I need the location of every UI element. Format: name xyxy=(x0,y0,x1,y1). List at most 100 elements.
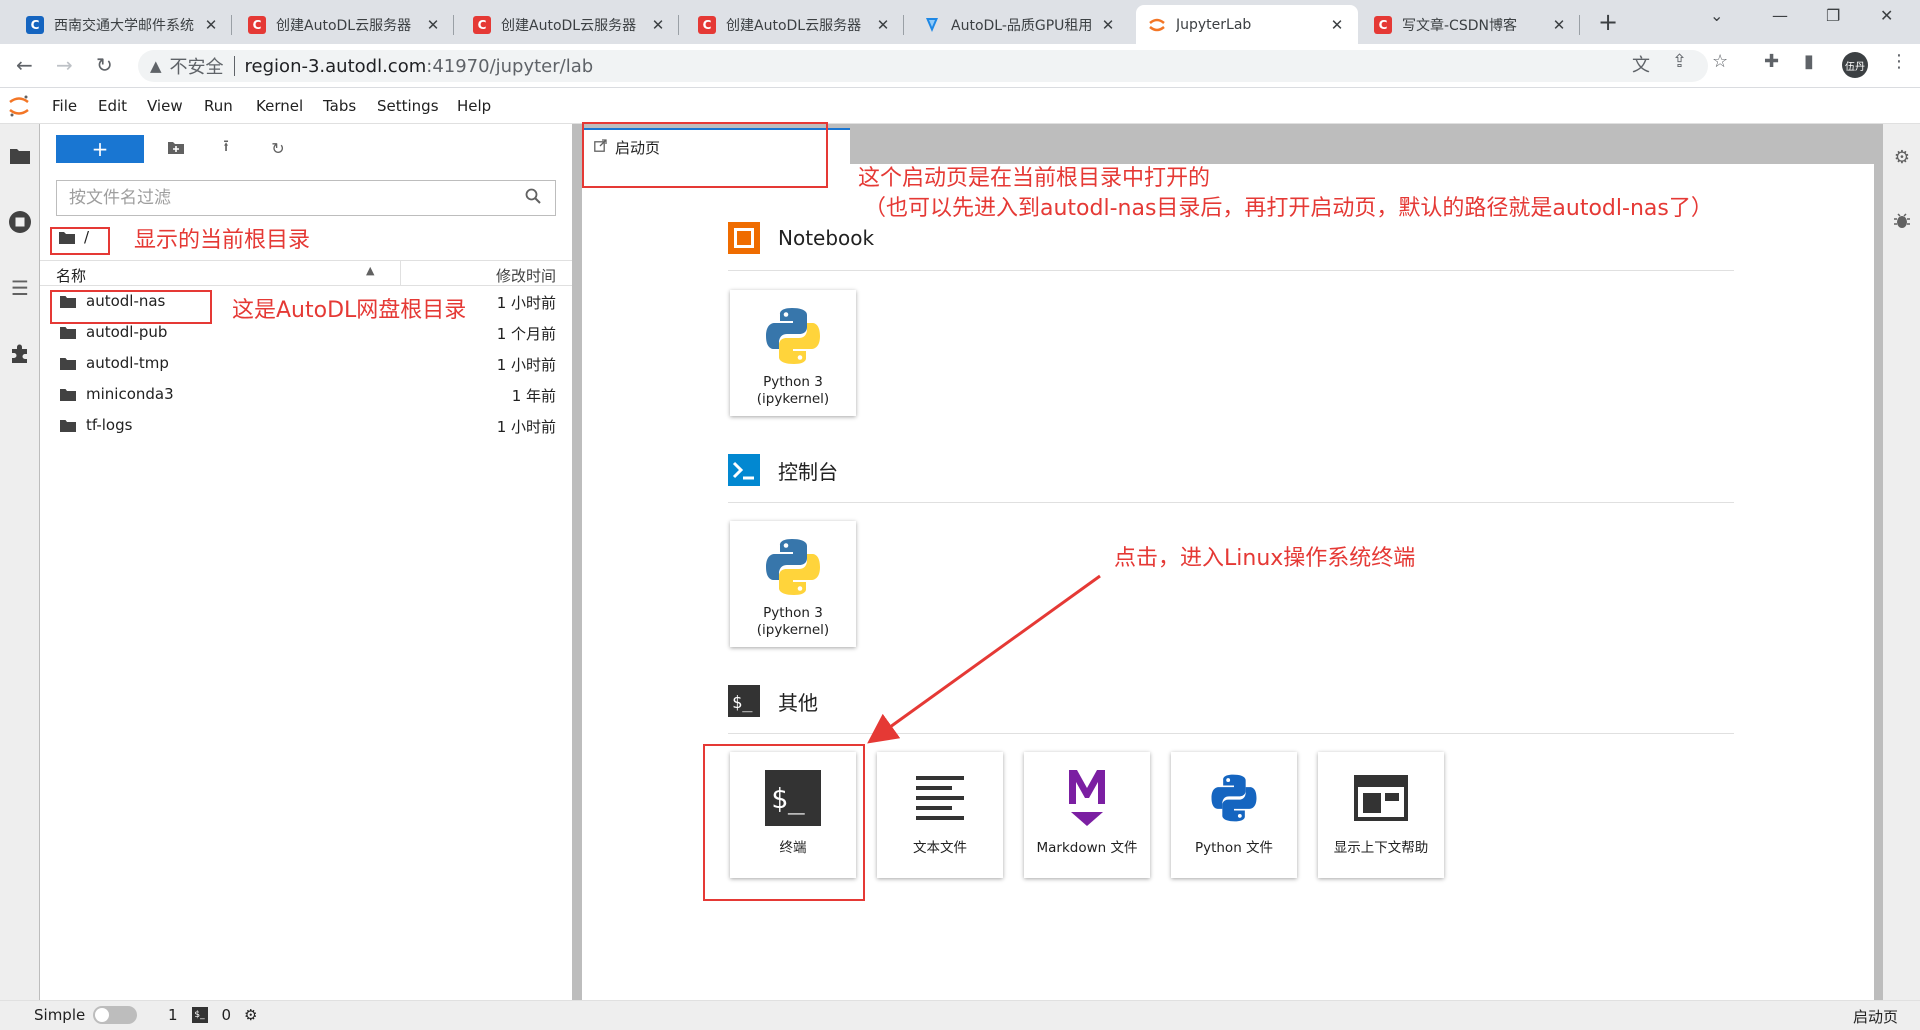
text-file-icon xyxy=(908,766,972,830)
extension-puzzle-icon[interactable] xyxy=(8,342,32,366)
more-menu-icon[interactable]: ⋮ xyxy=(1890,51,1908,72)
close-icon[interactable]: ✕ xyxy=(1328,16,1346,34)
menu-settings[interactable]: Settings xyxy=(377,97,439,115)
reload-icon[interactable]: ↻ xyxy=(96,53,113,77)
window-close-button[interactable]: ✕ xyxy=(1880,6,1893,25)
panel-splitter[interactable] xyxy=(572,124,582,1000)
file-row-autodl-tmp[interactable]: autodl-tmp 1 小时前 xyxy=(40,348,572,379)
file-modified: 1 年前 xyxy=(511,387,556,405)
close-icon[interactable]: ✕ xyxy=(874,16,892,34)
simple-mode-toggle[interactable]: Simple xyxy=(34,1006,138,1024)
menu-tabs[interactable]: Tabs xyxy=(323,97,356,115)
table-of-contents-icon[interactable]: ☰ xyxy=(8,276,32,300)
menu-kernel[interactable]: Kernel xyxy=(256,97,303,115)
close-icon[interactable]: ✕ xyxy=(1550,16,1568,34)
file-filter-field[interactable] xyxy=(56,180,556,216)
file-modified: 1 个月前 xyxy=(496,325,556,343)
refresh-icon[interactable]: ↻ xyxy=(268,138,288,158)
menu-run[interactable]: Run xyxy=(204,97,233,115)
card-contextual-help[interactable]: 显示上下文帮助 xyxy=(1318,752,1444,878)
new-folder-icon[interactable] xyxy=(166,138,186,158)
csdn-icon: C xyxy=(698,15,716,34)
kernel-status-icon[interactable]: ⚙ xyxy=(244,1006,257,1024)
property-inspector-icon[interactable]: ⚙ xyxy=(1891,146,1913,168)
browser-tab-title: AutoDL-品质GPU租用 xyxy=(951,17,1093,34)
annotation-box-terminal-card xyxy=(703,744,865,901)
file-modified: 1 小时前 xyxy=(496,418,556,436)
browser-tab-3[interactable]: C 创建AutoDL云服务器 ✕ xyxy=(461,5,679,44)
restore-button[interactable]: ❐ xyxy=(1826,6,1840,25)
menu-edit[interactable]: Edit xyxy=(98,97,127,115)
column-modified-header[interactable]: 修改时间 xyxy=(496,265,556,286)
terminals-count: 0 xyxy=(221,1006,232,1024)
toggle-switch[interactable] xyxy=(93,1006,138,1024)
section-notebook-title: Notebook xyxy=(778,226,875,250)
section-console: 控制台 xyxy=(728,454,838,486)
folder-icon[interactable] xyxy=(8,144,32,168)
annotation-launcher-line2: （也可以先进入到autodl-nas目录后，再打开启动页，默认的路径就是auto… xyxy=(864,196,1713,221)
folder-icon xyxy=(60,387,76,405)
file-browser-panel: + ⭱ ↻ / 名称 ▲ 修改时间 autodl-nas 1 小时前 autod… xyxy=(40,124,572,1000)
annotation-box-autodl-nas xyxy=(50,290,212,324)
card-python-file[interactable]: Python 文件 xyxy=(1171,752,1297,878)
close-icon[interactable]: ✕ xyxy=(424,16,442,34)
browser-tab-strip: C 西南交通大学邮件系统 ✕ C 创建AutoDL云服务器 ✕ C 创建Auto… xyxy=(0,0,1920,44)
debugger-bug-icon[interactable] xyxy=(1891,210,1913,232)
bookmark-star-icon[interactable]: ☆ xyxy=(1712,51,1728,72)
file-filter-input[interactable] xyxy=(67,187,525,209)
warning-icon[interactable]: ▲ xyxy=(150,57,162,75)
close-icon[interactable]: ✕ xyxy=(1099,16,1117,34)
browser-toolbar: ← → ↻ ▲ 不安全 region-3.autodl.com:41970/ju… xyxy=(0,44,1920,88)
extensions-icon[interactable]: ✚ xyxy=(1764,51,1779,72)
new-tab-button[interactable]: + xyxy=(1598,8,1618,36)
menu-help[interactable]: Help xyxy=(457,97,491,115)
running-sessions-icon[interactable] xyxy=(8,210,32,234)
close-icon[interactable]: ✕ xyxy=(649,16,667,34)
menu-file[interactable]: File xyxy=(52,97,77,115)
python-file-icon xyxy=(1202,766,1266,830)
section-console-title: 控制台 xyxy=(778,459,838,484)
address-bar[interactable]: ▲ 不安全 region-3.autodl.com:41970/jupyter/… xyxy=(138,50,1708,82)
search-icon xyxy=(525,188,545,208)
browser-tab-jupyterlab[interactable]: JupyterLab ✕ xyxy=(1136,5,1358,44)
translate-icon[interactable]: 文 xyxy=(1632,51,1650,77)
card-text-file[interactable]: 文本文件 xyxy=(877,752,1003,878)
share-icon[interactable]: ⇪ xyxy=(1672,51,1687,72)
browser-tab-4[interactable]: C 创建AutoDL云服务器 ✕ xyxy=(686,5,904,44)
back-arrow-icon[interactable]: ← xyxy=(16,53,33,77)
forward-arrow-icon[interactable]: → xyxy=(56,53,73,77)
file-row-miniconda3[interactable]: miniconda3 1 年前 xyxy=(40,379,572,410)
running-kernels-status[interactable]: 1 $_ 0 xyxy=(168,1006,231,1024)
file-modified: 1 小时前 xyxy=(496,294,556,312)
browser-tab-7[interactable]: C 写文章-CSDN博客 ✕ xyxy=(1362,5,1580,44)
status-current-tab: 启动页 xyxy=(1852,1008,1898,1026)
card-console-python3[interactable]: Python 3 (ipykernel) xyxy=(730,521,856,647)
browser-tab-2[interactable]: C 创建AutoDL云服务器 ✕ xyxy=(236,5,454,44)
annotation-launcher-line1: 这个启动页是在当前根目录中打开的 xyxy=(858,166,1211,191)
tab-search-icon[interactable]: ⌄ xyxy=(1710,6,1723,25)
minimize-button[interactable]: — xyxy=(1772,6,1788,25)
right-sidebar: ⚙ xyxy=(1882,124,1920,1000)
profile-avatar[interactable]: 伍丹 xyxy=(1842,52,1868,78)
folder-icon xyxy=(60,356,76,374)
folder-icon xyxy=(60,418,76,436)
status-bar: Simple 1 $_ 0 ⚙ 启动页 xyxy=(0,1000,1920,1030)
python-logo-icon xyxy=(761,304,825,368)
new-launcher-button[interactable]: + xyxy=(56,135,144,163)
card-notebook-python3[interactable]: Python 3 (ipykernel) xyxy=(730,290,856,416)
card-markdown-file[interactable]: Markdown 文件 xyxy=(1024,752,1150,878)
file-row-tf-logs[interactable]: tf-logs 1 小时前 xyxy=(40,410,572,441)
security-label[interactable]: 不安全 xyxy=(170,53,224,79)
terminal-mini-icon: $_ xyxy=(191,1007,208,1023)
card-label: Python 3 (ipykernel) xyxy=(756,605,830,638)
upload-icon[interactable]: ⭱ xyxy=(216,136,236,158)
file-name: miniconda3 xyxy=(86,385,174,403)
close-icon[interactable]: ✕ xyxy=(202,16,220,34)
python-logo-icon xyxy=(761,535,825,599)
menu-view[interactable]: View xyxy=(147,97,183,115)
browser-tab-1[interactable]: C 西南交通大学邮件系统 ✕ xyxy=(14,5,232,44)
simple-mode-label: Simple xyxy=(34,1006,86,1024)
side-panel-icon[interactable]: ▮ xyxy=(1804,51,1814,72)
browser-tab-5[interactable]: AutoDL-品质GPU租用 ✕ xyxy=(911,5,1129,44)
column-name-header[interactable]: 名称 xyxy=(56,265,86,286)
